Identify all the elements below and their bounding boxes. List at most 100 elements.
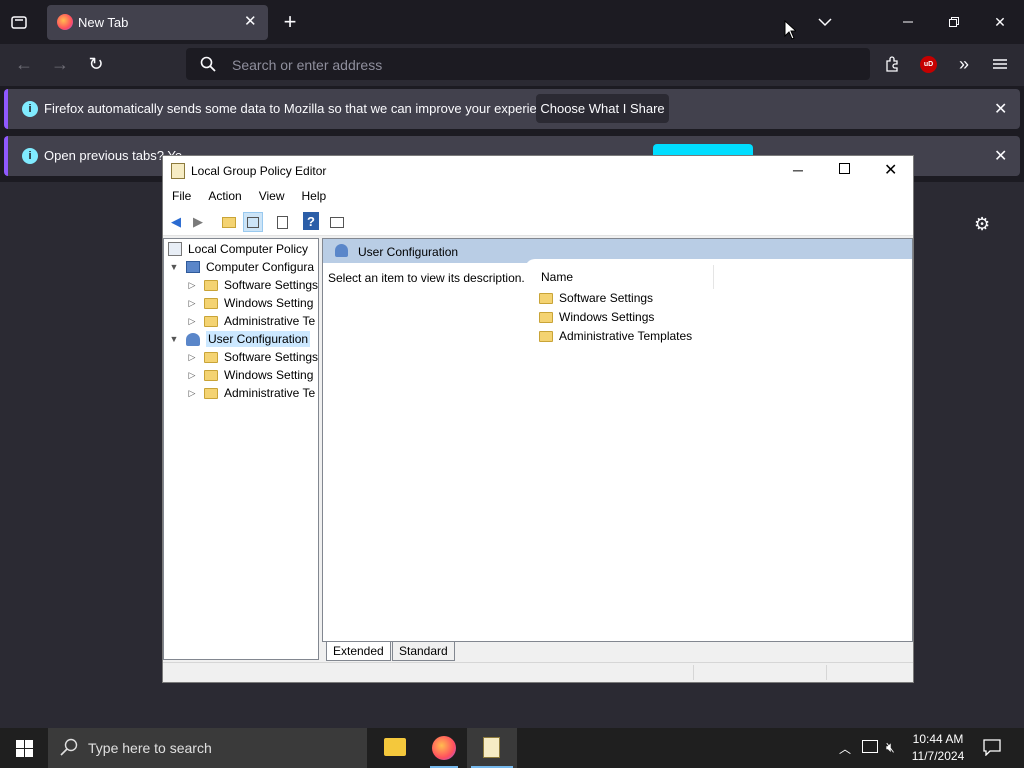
chevron-right-icon[interactable]: ▷	[186, 316, 198, 327]
menu-help[interactable]: Help	[293, 186, 335, 203]
toolbar: ◀ ▶ ?	[163, 208, 913, 236]
folder-icon	[204, 369, 218, 381]
chevron-right-icon[interactable]: ▷	[186, 298, 198, 309]
close-tab-icon[interactable]: ✕	[244, 12, 257, 30]
info-icon: i	[22, 101, 38, 117]
forward-icon[interactable]: ▶	[188, 212, 208, 232]
user-icon	[186, 332, 200, 346]
tree-item-windows-settings[interactable]: ▷ Windows Setting	[186, 294, 314, 312]
details-pane: User Configuration Select an item to vie…	[322, 238, 913, 642]
properties-icon[interactable]	[327, 212, 347, 232]
close-window-icon[interactable]: ✕	[990, 12, 1010, 32]
notifications-icon[interactable]	[983, 739, 1001, 761]
tab-extended[interactable]: Extended	[326, 642, 391, 661]
file-explorer-icon[interactable]	[384, 738, 406, 756]
tree-item-software-settings[interactable]: ▷ Software Settings	[186, 276, 318, 294]
address-bar[interactable]: Search or enter address	[186, 48, 870, 80]
extensions-icon[interactable]	[882, 54, 902, 74]
list-all-tabs-icon[interactable]	[815, 12, 835, 32]
address-input-placeholder[interactable]: Search or enter address	[232, 57, 382, 73]
network-icon[interactable]	[862, 740, 878, 753]
reload-icon[interactable]: ↻	[86, 54, 106, 74]
clock-date: 11/7/2024	[911, 749, 965, 763]
export-list-icon[interactable]	[272, 212, 292, 232]
settings-gear-icon[interactable]: ⚙	[974, 214, 990, 235]
close-icon[interactable]: ✕	[884, 160, 897, 180]
column-header-name[interactable]: Name	[541, 270, 573, 284]
tab-new-tab[interactable]: New Tab ✕	[47, 5, 268, 40]
firefox-taskbar-icon[interactable]	[432, 736, 456, 760]
tree-item-administrative-templates[interactable]: ▷ Administrative Te	[186, 312, 316, 330]
tree-item-user-configuration[interactable]: ▼ User Configuration	[168, 330, 311, 348]
menu-file[interactable]: File	[163, 186, 199, 203]
taskbar-search-placeholder: Type here to search	[88, 740, 212, 756]
list-item-software-settings[interactable]: Software Settings	[539, 289, 653, 307]
tree-item-computer-configuration[interactable]: ▼ Computer Configura	[168, 258, 315, 276]
overflow-menu-icon[interactable]: »	[954, 54, 974, 74]
info-icon: i	[22, 148, 38, 164]
list-item-administrative-templates[interactable]: Administrative Templates	[539, 327, 692, 345]
gpedit-taskbar-button[interactable]	[467, 728, 517, 768]
minimize-icon[interactable]: ─	[793, 162, 803, 178]
tree-item-administrative-templates[interactable]: ▷ Administrative Te	[186, 384, 316, 402]
clock-time: 10:44 AM	[912, 732, 964, 746]
back-icon[interactable]: ←	[14, 54, 34, 74]
chevron-right-icon[interactable]: ▷	[186, 352, 198, 363]
clock[interactable]: 10:44 AM 11/7/2024	[907, 732, 969, 763]
status-bar	[163, 662, 913, 682]
firefox-icon	[57, 14, 73, 30]
volume-muted-icon[interactable]: 🔇︎	[886, 739, 895, 756]
help-icon[interactable]: ?	[303, 212, 319, 230]
search-icon	[200, 56, 216, 77]
user-icon	[335, 244, 348, 257]
telemetry-notification: i Firefox automatically sends some data …	[4, 89, 1020, 129]
close-notification-icon[interactable]: ✕	[994, 146, 1007, 166]
notification-text: Firefox automatically sends some data to…	[44, 101, 562, 116]
policy-icon	[168, 242, 182, 256]
tab-list-icon[interactable]	[8, 12, 30, 32]
show-hide-tree-icon[interactable]	[243, 212, 263, 232]
tree-item-local-computer-policy[interactable]: Local Computer Policy	[168, 240, 308, 258]
back-icon[interactable]: ◀	[166, 212, 186, 232]
maximize-icon[interactable]	[839, 163, 850, 174]
taskbar: Type here to search ︿ 🔇︎ 10:44 AM 11/7/2…	[0, 728, 1024, 768]
folder-icon	[204, 351, 218, 363]
folder-icon	[204, 279, 218, 291]
mouse-cursor-icon	[784, 19, 798, 45]
tab-standard[interactable]: Standard	[392, 642, 455, 661]
minimize-icon[interactable]	[898, 12, 918, 32]
windows-start-icon[interactable]	[16, 740, 33, 762]
tree-item-windows-settings[interactable]: ▷ Windows Setting	[186, 366, 314, 384]
chevron-up-icon[interactable]: ︿	[839, 740, 851, 757]
chevron-right-icon[interactable]: ▷	[186, 388, 198, 399]
restore-icon[interactable]	[944, 12, 964, 32]
menu-view[interactable]: View	[250, 186, 293, 203]
menu-action[interactable]: Action	[199, 186, 249, 203]
chevron-right-icon[interactable]: ▷	[186, 370, 198, 381]
folder-icon	[539, 292, 553, 304]
chevron-right-icon[interactable]: ▷	[186, 280, 198, 291]
folder-icon	[539, 330, 553, 342]
column-divider[interactable]	[713, 265, 714, 289]
tab-bar: New Tab ✕ + ✕	[0, 0, 1024, 44]
tab-title: New Tab	[78, 15, 129, 30]
close-notification-icon[interactable]: ✕	[994, 99, 1007, 119]
taskbar-search-box[interactable]: Type here to search	[48, 728, 367, 768]
up-folder-icon[interactable]	[219, 212, 239, 232]
ublock-icon[interactable]: uD	[920, 56, 937, 73]
title-bar[interactable]: Local Group Policy Editor ─ ✕	[163, 156, 913, 186]
chevron-down-icon[interactable]: ▼	[168, 262, 180, 272]
gpedit-taskbar-icon	[483, 737, 500, 758]
gpedit-app-icon	[171, 163, 185, 179]
status-divider	[693, 665, 694, 680]
search-icon	[60, 738, 78, 759]
hamburger-menu-icon[interactable]	[990, 54, 1010, 74]
choose-what-i-share-button[interactable]: Choose What I Share	[536, 94, 669, 123]
new-tab-button[interactable]: +	[280, 9, 300, 34]
status-divider	[826, 665, 827, 680]
tree-item-software-settings[interactable]: ▷ Software Settings	[186, 348, 318, 366]
folder-icon	[539, 311, 553, 323]
chevron-down-icon[interactable]: ▼	[168, 334, 180, 344]
list-item-windows-settings[interactable]: Windows Settings	[539, 308, 654, 326]
forward-icon[interactable]: →	[50, 54, 70, 74]
